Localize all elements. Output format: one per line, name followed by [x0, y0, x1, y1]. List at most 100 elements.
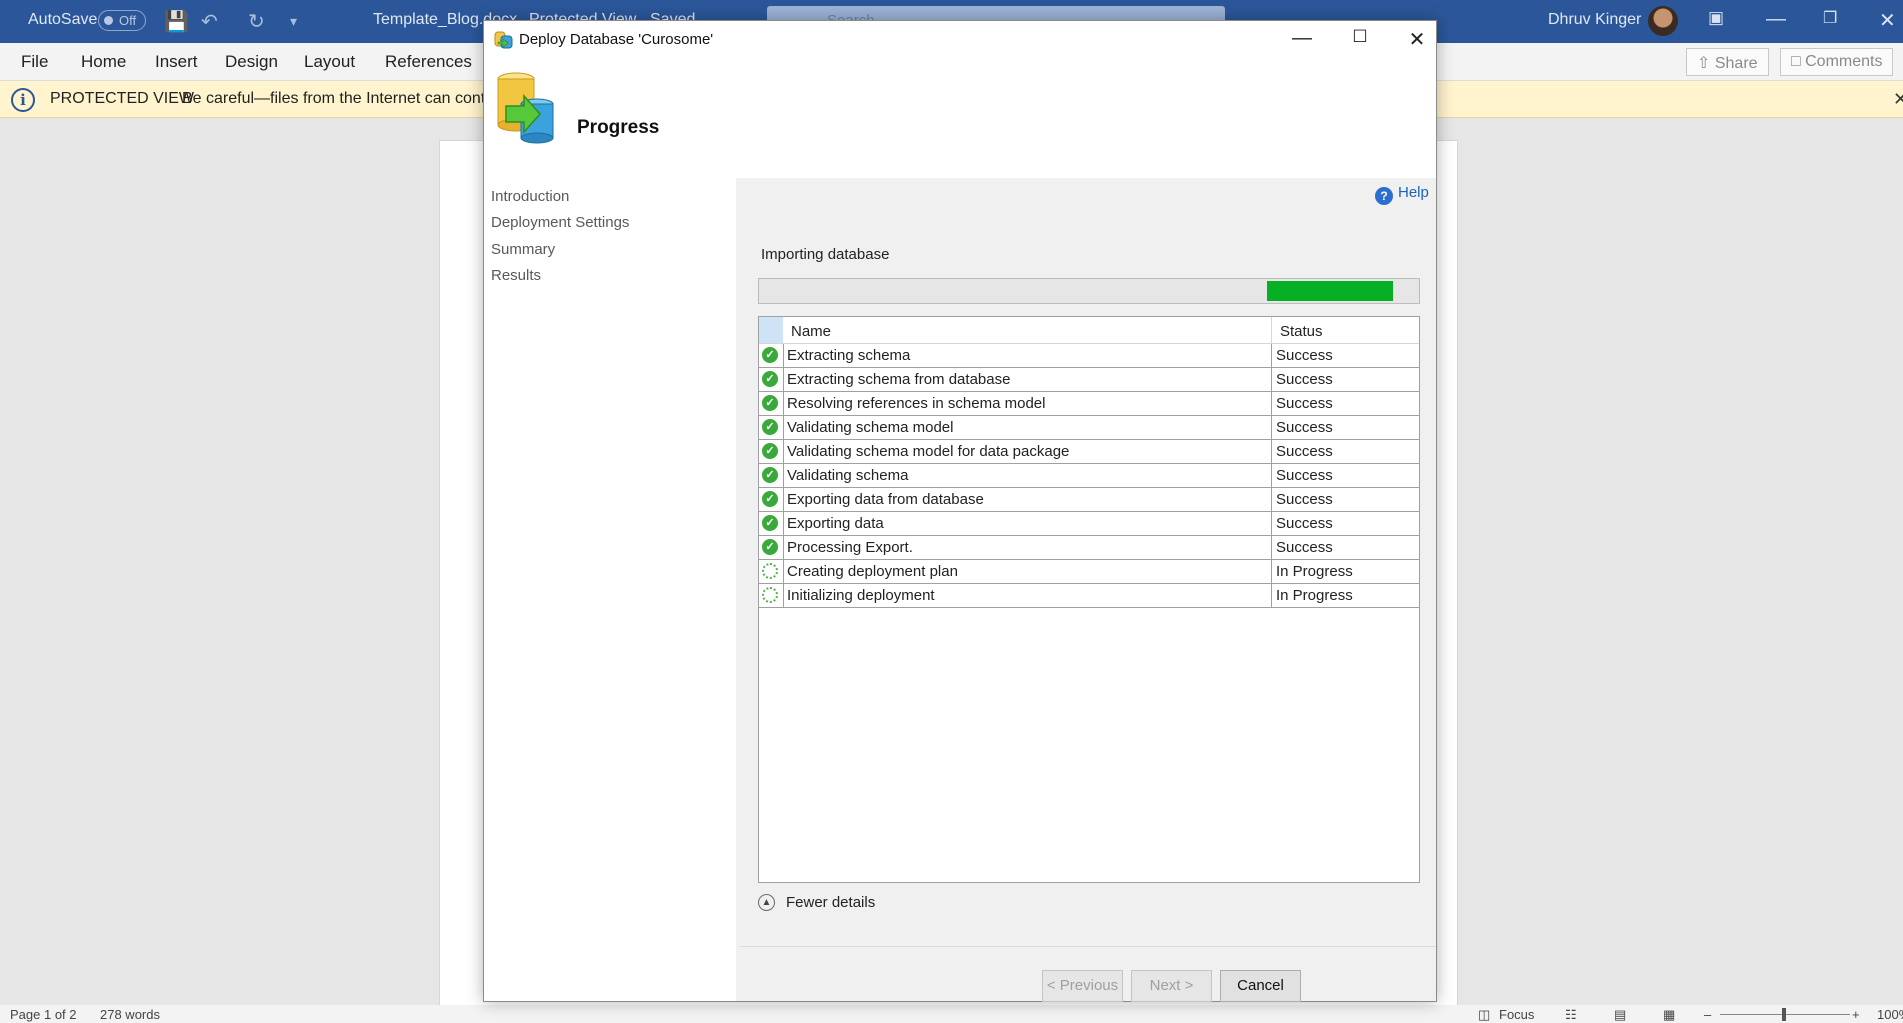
fewer-details-label: Fewer details [786, 894, 876, 911]
cell-divider [1271, 416, 1272, 439]
ribbon-display-icon[interactable]: ▣ [1708, 8, 1724, 28]
table-row[interactable]: ✓ Exporting data Success [759, 512, 1419, 536]
focus-button[interactable]: Focus [1499, 1007, 1534, 1022]
fewer-details-toggle[interactable]: ▲ Fewer details [758, 894, 875, 911]
step-status: Success [1276, 347, 1333, 364]
share-label: Share [1714, 55, 1758, 72]
web-layout-icon[interactable]: ▦ [1663, 1007, 1675, 1023]
nav-item-summary[interactable]: Summary [491, 241, 555, 258]
next-button[interactable]: Next > [1131, 970, 1212, 1002]
restore-icon[interactable]: ❐ [1823, 8, 1837, 28]
success-check-icon: ✓ [762, 491, 778, 507]
print-layout-icon[interactable]: ▤ [1614, 1007, 1626, 1023]
database-app-icon [494, 31, 513, 49]
tab-layout[interactable]: Layout [304, 52, 355, 72]
table-row[interactable]: ✓ Validating schema model for data packag… [759, 440, 1419, 464]
user-name[interactable]: Dhruv Kinger [1548, 11, 1641, 29]
step-status: Success [1276, 491, 1333, 508]
avatar[interactable] [1648, 6, 1678, 36]
step-status: In Progress [1276, 563, 1353, 580]
success-check-icon: ✓ [762, 515, 778, 531]
nav-item-results[interactable]: Results [491, 267, 541, 284]
step-name: Validating schema [787, 467, 909, 484]
close-icon[interactable]: ✕ [1879, 8, 1896, 33]
save-icon[interactable]: 💾 [164, 9, 189, 34]
maximize-icon[interactable]: ☐ [1345, 27, 1375, 53]
step-name: Creating deployment plan [787, 563, 958, 580]
table-row[interactable]: Creating deployment plan In Progress [759, 560, 1419, 584]
zoom-level[interactable]: 100% [1877, 1007, 1903, 1022]
success-check-icon: ✓ [762, 395, 778, 411]
autosave-toggle[interactable]: Off [98, 10, 146, 31]
nav-item-deployment-settings[interactable]: Deployment Settings [491, 214, 629, 231]
step-status: Success [1276, 443, 1333, 460]
tab-references[interactable]: References [385, 52, 472, 72]
cell-divider [783, 488, 784, 511]
tab-file[interactable]: File [21, 52, 48, 72]
close-icon[interactable]: ✕ [1402, 27, 1432, 53]
minimize-icon[interactable]: — [1287, 27, 1317, 53]
comment-icon: □ [1791, 53, 1806, 70]
share-icon: ⇧ [1697, 55, 1715, 72]
step-name: Exporting data [787, 515, 884, 532]
table-row[interactable]: ✓ Exporting data from database Success [759, 488, 1419, 512]
zoom-out-icon[interactable]: – [1704, 1007, 1711, 1022]
table-row[interactable]: ✓ Extracting schema from database Success [759, 368, 1419, 392]
focus-icon[interactable]: ◫ [1478, 1007, 1490, 1023]
help-link[interactable]: ? Help [1375, 184, 1429, 205]
cell-divider [1271, 512, 1272, 535]
table-row[interactable]: ✓ Processing Export. Success [759, 536, 1419, 560]
previous-button[interactable]: < Previous [1042, 970, 1123, 1002]
step-status: Success [1276, 515, 1333, 532]
table-row[interactable]: ✓ Resolving references in schema model Suc… [759, 392, 1419, 416]
cell-divider [783, 512, 784, 535]
cell-divider [1271, 392, 1272, 415]
step-name: Validating schema model [787, 419, 954, 436]
tab-home[interactable]: Home [81, 52, 126, 72]
help-icon: ? [1375, 187, 1393, 205]
steps-table: Name Status ✓ Extracting schema Success ✓ Ex… [758, 316, 1420, 883]
cell-divider [783, 536, 784, 559]
word-count[interactable]: 278 words [100, 1007, 160, 1022]
column-header-name[interactable]: Name [791, 323, 831, 340]
cell-divider [1271, 368, 1272, 391]
cancel-button[interactable]: Cancel [1220, 970, 1301, 1002]
minimize-icon[interactable]: — [1766, 8, 1786, 31]
collapse-icon: ▲ [758, 894, 775, 911]
undo-icon[interactable]: ↶ [201, 9, 218, 34]
close-icon[interactable]: ✕ [1893, 89, 1903, 110]
page-count[interactable]: Page 1 of 2 [10, 1007, 77, 1022]
dialog-title: Deploy Database 'Curosome' [519, 31, 714, 48]
table-row[interactable]: Initializing deployment In Progress [759, 584, 1419, 608]
success-check-icon: ✓ [762, 467, 778, 483]
table-row[interactable]: ✓ Validating schema Success [759, 464, 1419, 488]
cell-divider [1271, 440, 1272, 463]
tab-insert[interactable]: Insert [155, 52, 198, 72]
success-check-icon: ✓ [762, 419, 778, 435]
step-status: Success [1276, 467, 1333, 484]
zoom-in-icon[interactable]: + [1852, 1007, 1860, 1022]
comments-label: Comments [1805, 53, 1883, 70]
table-header: Name Status [759, 317, 1419, 344]
step-name: Extracting schema from database [787, 371, 1011, 388]
zoom-slider-thumb[interactable] [1782, 1008, 1786, 1021]
column-header-status[interactable]: Status [1280, 323, 1323, 340]
protected-view-label: PROTECTED VIEW [50, 90, 195, 107]
redo-icon[interactable]: ↻ [248, 9, 265, 34]
column-divider[interactable] [1271, 317, 1272, 343]
share-button[interactable]: ⇧ Share [1686, 48, 1769, 76]
table-row[interactable]: ✓ Validating schema model Success [759, 416, 1419, 440]
tab-design[interactable]: Design [225, 52, 278, 72]
deploy-database-dialog: Deploy Database 'Curosome' — ☐ ✕ Progres… [483, 20, 1437, 1002]
customize-qat-icon[interactable]: ▾ [290, 13, 297, 30]
cell-divider [783, 560, 784, 583]
stage-label: Importing database [761, 246, 890, 263]
nav-item-introduction[interactable]: Introduction [491, 188, 569, 205]
cell-divider [783, 392, 784, 415]
comments-button[interactable]: □ Comments [1780, 48, 1894, 76]
table-row[interactable]: ✓ Extracting schema Success [759, 344, 1419, 368]
read-mode-icon[interactable]: ☷ [1565, 1007, 1577, 1023]
table-corner-cell [759, 317, 783, 343]
cell-divider [1271, 464, 1272, 487]
cell-divider [783, 368, 784, 391]
